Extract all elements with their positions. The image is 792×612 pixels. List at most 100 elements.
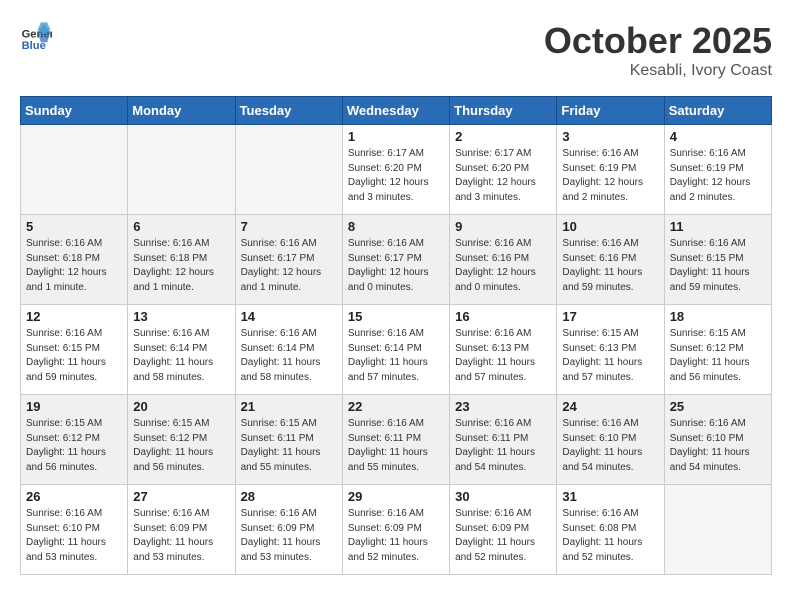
logo: General Blue (20, 20, 56, 52)
calendar-cell: 1 Sunrise: 6:17 AM Sunset: 6:20 PM Daylig… (342, 125, 449, 215)
day-number: 31 (562, 489, 658, 504)
day-number: 23 (455, 399, 551, 414)
day-info: Sunrise: 6:16 AM Sunset: 6:10 PM Dayligh… (670, 417, 766, 475)
generalblue-logo-icon: General Blue (20, 20, 52, 52)
day-info: Sunrise: 6:16 AM Sunset: 6:17 PM Dayligh… (241, 237, 337, 295)
weekday-header-thursday: Thursday (450, 97, 557, 125)
day-info: Sunrise: 6:16 AM Sunset: 6:17 PM Dayligh… (348, 237, 444, 295)
calendar-cell: 9Sunrise: 6:16 AM Sunset: 6:16 PM Daylig… (450, 215, 557, 305)
day-number: 16 (455, 309, 551, 324)
day-number: 2 (455, 129, 551, 144)
day-number: 26 (26, 489, 122, 504)
location-title: Kesabli, Ivory Coast (544, 62, 772, 80)
day-number: 7 (241, 219, 337, 234)
day-number: 1 (348, 129, 444, 144)
day-info: Sunrise: 6:16 AM Sunset: 6:09 PM Dayligh… (455, 507, 551, 565)
calendar-cell: 22Sunrise: 6:16 AM Sunset: 6:11 PM Dayli… (342, 395, 449, 485)
calendar-week-row: 12 Sunrise: 6:16 AM Sunset: 6:15 PM Dayli… (21, 305, 772, 395)
calendar-cell: 18Sunrise: 6:15 AM Sunset: 6:12 PM Dayli… (664, 305, 771, 395)
calendar-cell: 19 Sunrise: 6:15 AM Sunset: 6:12 PM Dayli… (21, 395, 128, 485)
day-number: 4 (670, 129, 766, 144)
calendar-cell: 8 Sunrise: 6:16 AM Sunset: 6:17 PM Daylig… (342, 215, 449, 305)
day-info: Sunrise: 6:16 AM Sunset: 6:16 PM Dayligh… (455, 237, 551, 295)
calendar-cell: 21Sunrise: 6:15 AM Sunset: 6:11 PM Dayli… (235, 395, 342, 485)
calendar-cell: 15 Sunrise: 6:16 AM Sunset: 6:14 PM Dayli… (342, 305, 449, 395)
day-info: Sunrise: 6:16 AM Sunset: 6:15 PM Dayligh… (26, 327, 122, 385)
calendar-cell: 5 Sunrise: 6:16 AM Sunset: 6:18 PM Daylig… (21, 215, 128, 305)
day-number: 24 (562, 399, 658, 414)
day-info: Sunrise: 6:17 AM Sunset: 6:20 PM Dayligh… (455, 147, 551, 205)
calendar-week-row: 26 Sunrise: 6:16 AM Sunset: 6:10 PM Dayli… (21, 485, 772, 575)
day-number: 30 (455, 489, 551, 504)
day-number: 5 (26, 219, 122, 234)
page: General Blue October 2025 Kesabli, Ivory… (0, 0, 792, 595)
calendar-cell: 27Sunrise: 6:16 AM Sunset: 6:09 PM Dayli… (128, 485, 235, 575)
weekday-header-saturday: Saturday (664, 97, 771, 125)
day-info: Sunrise: 6:16 AM Sunset: 6:08 PM Dayligh… (562, 507, 658, 565)
day-number: 15 (348, 309, 444, 324)
day-info: Sunrise: 6:16 AM Sunset: 6:13 PM Dayligh… (455, 327, 551, 385)
calendar-cell: 25 Sunrise: 6:16 AM Sunset: 6:10 PM Dayli… (664, 395, 771, 485)
calendar-cell: 31 Sunrise: 6:16 AM Sunset: 6:08 PM Dayli… (557, 485, 664, 575)
day-number: 20 (133, 399, 229, 414)
day-number: 3 (562, 129, 658, 144)
calendar-cell: 26 Sunrise: 6:16 AM Sunset: 6:10 PM Dayli… (21, 485, 128, 575)
day-info: Sunrise: 6:16 AM Sunset: 6:14 PM Dayligh… (241, 327, 337, 385)
day-number: 6 (133, 219, 229, 234)
weekday-header-wednesday: Wednesday (342, 97, 449, 125)
day-info: Sunrise: 6:16 AM Sunset: 6:10 PM Dayligh… (26, 507, 122, 565)
day-info: Sunrise: 6:16 AM Sunset: 6:14 PM Dayligh… (348, 327, 444, 385)
day-info: Sunrise: 6:15 AM Sunset: 6:12 PM Dayligh… (26, 417, 122, 475)
calendar-cell (235, 125, 342, 215)
calendar-cell: 17 Sunrise: 6:15 AM Sunset: 6:13 PM Dayli… (557, 305, 664, 395)
calendar-cell: 6 Sunrise: 6:16 AM Sunset: 6:18 PM Daylig… (128, 215, 235, 305)
day-number: 12 (26, 309, 122, 324)
day-info: Sunrise: 6:16 AM Sunset: 6:11 PM Dayligh… (348, 417, 444, 475)
calendar-cell: 7 Sunrise: 6:16 AM Sunset: 6:17 PM Daylig… (235, 215, 342, 305)
day-number: 13 (133, 309, 229, 324)
calendar-cell: 10Sunrise: 6:16 AM Sunset: 6:16 PM Dayli… (557, 215, 664, 305)
weekday-header-tuesday: Tuesday (235, 97, 342, 125)
calendar-cell: 16 Sunrise: 6:16 AM Sunset: 6:13 PM Dayli… (450, 305, 557, 395)
day-info: Sunrise: 6:16 AM Sunset: 6:15 PM Dayligh… (670, 237, 766, 295)
calendar-cell: 13 Sunrise: 6:16 AM Sunset: 6:14 PM Dayli… (128, 305, 235, 395)
day-info: Sunrise: 6:15 AM Sunset: 6:13 PM Dayligh… (562, 327, 658, 385)
calendar-cell: 20 Sunrise: 6:15 AM Sunset: 6:12 PM Dayli… (128, 395, 235, 485)
day-number: 11 (670, 219, 766, 234)
day-info: Sunrise: 6:16 AM Sunset: 6:18 PM Dayligh… (133, 237, 229, 295)
header: General Blue October 2025 Kesabli, Ivory… (20, 20, 772, 80)
month-title: October 2025 (544, 20, 772, 62)
title-block: October 2025 Kesabli, Ivory Coast (544, 20, 772, 80)
calendar-cell: 23 Sunrise: 6:16 AM Sunset: 6:11 PM Dayli… (450, 395, 557, 485)
calendar-cell: 30 Sunrise: 6:16 AM Sunset: 6:09 PM Dayli… (450, 485, 557, 575)
day-info: Sunrise: 6:16 AM Sunset: 6:09 PM Dayligh… (241, 507, 337, 565)
calendar-week-row: 19 Sunrise: 6:15 AM Sunset: 6:12 PM Dayli… (21, 395, 772, 485)
day-number: 28 (241, 489, 337, 504)
day-info: Sunrise: 6:17 AM Sunset: 6:20 PM Dayligh… (348, 147, 444, 205)
day-number: 27 (133, 489, 229, 504)
weekday-header-friday: Friday (557, 97, 664, 125)
day-number: 10 (562, 219, 658, 234)
weekday-header-monday: Monday (128, 97, 235, 125)
calendar-cell: 4Sunrise: 6:16 AM Sunset: 6:19 PM Daylig… (664, 125, 771, 215)
day-info: Sunrise: 6:16 AM Sunset: 6:09 PM Dayligh… (348, 507, 444, 565)
day-info: Sunrise: 6:15 AM Sunset: 6:11 PM Dayligh… (241, 417, 337, 475)
weekday-header-sunday: Sunday (21, 97, 128, 125)
day-info: Sunrise: 6:15 AM Sunset: 6:12 PM Dayligh… (670, 327, 766, 385)
day-info: Sunrise: 6:16 AM Sunset: 6:18 PM Dayligh… (26, 237, 122, 295)
day-info: Sunrise: 6:16 AM Sunset: 6:14 PM Dayligh… (133, 327, 229, 385)
day-number: 8 (348, 219, 444, 234)
day-number: 14 (241, 309, 337, 324)
day-number: 25 (670, 399, 766, 414)
calendar-week-row: 1 Sunrise: 6:17 AM Sunset: 6:20 PM Daylig… (21, 125, 772, 215)
calendar-cell: 11 Sunrise: 6:16 AM Sunset: 6:15 PM Dayli… (664, 215, 771, 305)
day-info: Sunrise: 6:15 AM Sunset: 6:12 PM Dayligh… (133, 417, 229, 475)
calendar-cell: 3Sunrise: 6:16 AM Sunset: 6:19 PM Daylig… (557, 125, 664, 215)
calendar-cell: 28 Sunrise: 6:16 AM Sunset: 6:09 PM Dayli… (235, 485, 342, 575)
day-info: Sunrise: 6:16 AM Sunset: 6:11 PM Dayligh… (455, 417, 551, 475)
day-number: 17 (562, 309, 658, 324)
calendar-cell (21, 125, 128, 215)
calendar-table: SundayMondayTuesdayWednesdayThursdayFrid… (20, 96, 772, 575)
calendar-cell: 29Sunrise: 6:16 AM Sunset: 6:09 PM Dayli… (342, 485, 449, 575)
day-number: 19 (26, 399, 122, 414)
